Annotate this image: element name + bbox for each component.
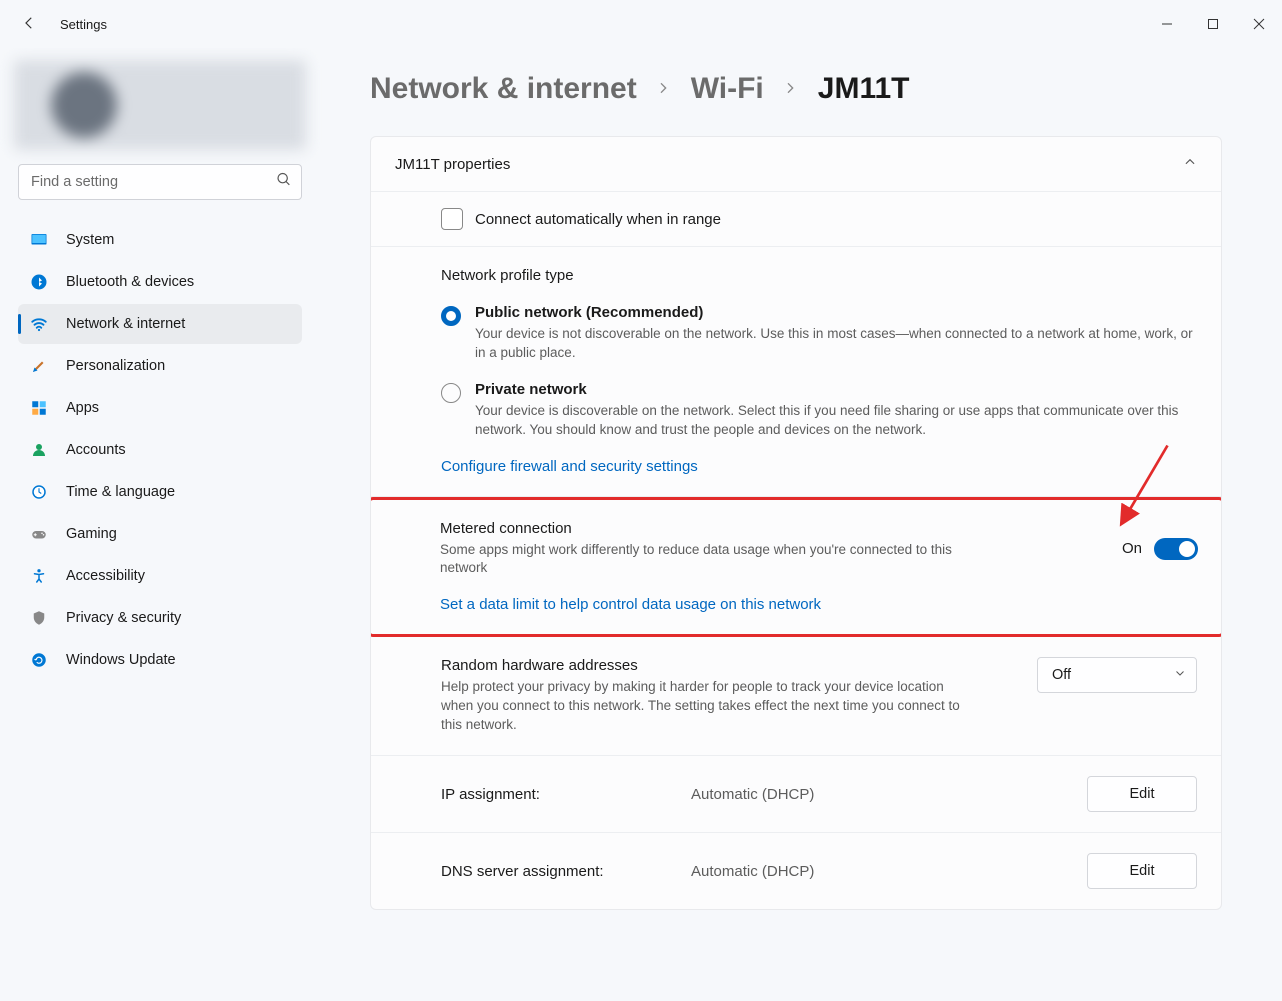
nav-label: Windows Update [66, 652, 176, 668]
nav-label: Apps [66, 400, 99, 416]
ip-assignment-value: Automatic (DHCP) [691, 786, 1087, 803]
nav-label: Personalization [66, 358, 165, 374]
public-network-label: Public network (Recommended) [475, 304, 1197, 321]
search-input[interactable] [18, 164, 302, 200]
nav-accounts[interactable]: Accounts [18, 430, 302, 470]
chevron-down-icon [1174, 667, 1186, 683]
private-network-desc: Your device is discoverable on the netwo… [475, 402, 1197, 440]
metered-toggle[interactable] [1154, 538, 1198, 560]
dropdown-value: Off [1052, 667, 1071, 683]
system-icon [30, 231, 48, 249]
window-title: Settings [60, 17, 1144, 32]
dns-edit-button[interactable]: Edit [1087, 853, 1197, 889]
annotation-highlight: Metered connection Some apps might work … [370, 497, 1222, 638]
nav-label: System [66, 232, 114, 248]
metered-title: Metered connection [440, 520, 1000, 537]
nav-personalization[interactable]: Personalization [18, 346, 302, 386]
nav-label: Time & language [66, 484, 175, 500]
firewall-link[interactable]: Configure firewall and security settings [441, 458, 698, 475]
breadcrumb-network[interactable]: Network & internet [370, 72, 637, 106]
main-content: Network & internet Wi-Fi JM11T JM11T pro… [320, 48, 1282, 1001]
clock-icon [30, 483, 48, 501]
nav-system[interactable]: System [18, 220, 302, 260]
dns-assignment-label: DNS server assignment: [441, 863, 691, 880]
dns-assignment-value: Automatic (DHCP) [691, 863, 1087, 880]
chevron-up-icon [1183, 155, 1197, 173]
private-network-radio[interactable] [441, 383, 461, 403]
nav-list: System Bluetooth & devices Network & int… [8, 218, 312, 682]
breadcrumb-wifi[interactable]: Wi-Fi [691, 72, 764, 106]
gamepad-icon [30, 525, 48, 543]
wifi-icon [30, 315, 48, 333]
nav-label: Accessibility [66, 568, 145, 584]
ip-assignment-label: IP assignment: [441, 786, 691, 803]
chevron-right-icon [655, 80, 673, 98]
person-icon [30, 441, 48, 459]
nav-label: Accounts [66, 442, 126, 458]
close-button[interactable] [1236, 8, 1282, 40]
panel-header[interactable]: JM11T properties [371, 137, 1221, 192]
update-icon [30, 651, 48, 669]
nav-label: Gaming [66, 526, 117, 542]
panel-title: JM11T properties [395, 156, 510, 173]
nav-label: Privacy & security [66, 610, 181, 626]
maximize-button[interactable] [1190, 8, 1236, 40]
brush-icon [30, 357, 48, 375]
private-network-label: Private network [475, 381, 1197, 398]
nav-apps[interactable]: Apps [18, 388, 302, 428]
nav-update[interactable]: Windows Update [18, 640, 302, 680]
sidebar: System Bluetooth & devices Network & int… [0, 48, 320, 1001]
chevron-right-icon [782, 80, 800, 98]
nav-gaming[interactable]: Gaming [18, 514, 302, 554]
bluetooth-icon [30, 273, 48, 291]
random-hw-dropdown[interactable]: Off [1037, 657, 1197, 693]
public-network-desc: Your device is not discoverable on the n… [475, 325, 1197, 363]
accessibility-icon [30, 567, 48, 585]
apps-icon [30, 399, 48, 417]
ip-edit-button[interactable]: Edit [1087, 776, 1197, 812]
random-hw-title: Random hardware addresses [441, 657, 961, 674]
user-account-block[interactable] [14, 60, 306, 150]
breadcrumb: Network & internet Wi-Fi JM11T [370, 72, 1222, 106]
profile-type-title: Network profile type [441, 267, 1197, 284]
nav-time[interactable]: Time & language [18, 472, 302, 512]
nav-label: Bluetooth & devices [66, 274, 194, 290]
shield-icon [30, 609, 48, 627]
metered-state-label: On [1122, 540, 1142, 557]
nav-label: Network & internet [66, 316, 185, 332]
data-limit-link[interactable]: Set a data limit to help control data us… [440, 596, 821, 613]
auto-connect-label: Connect automatically when in range [475, 211, 721, 228]
random-hw-desc: Help protect your privacy by making it h… [441, 678, 961, 735]
nav-bluetooth[interactable]: Bluetooth & devices [18, 262, 302, 302]
titlebar: Settings [0, 0, 1282, 48]
nav-accessibility[interactable]: Accessibility [18, 556, 302, 596]
metered-desc: Some apps might work differently to redu… [440, 541, 1000, 579]
nav-privacy[interactable]: Privacy & security [18, 598, 302, 638]
auto-connect-checkbox[interactable] [441, 208, 463, 230]
back-button[interactable] [20, 14, 40, 34]
public-network-radio[interactable] [441, 306, 461, 326]
breadcrumb-current: JM11T [818, 72, 910, 106]
nav-network[interactable]: Network & internet [18, 304, 302, 344]
minimize-button[interactable] [1144, 8, 1190, 40]
search-icon [276, 172, 292, 193]
properties-panel: JM11T properties Connect automatically w… [370, 136, 1222, 910]
